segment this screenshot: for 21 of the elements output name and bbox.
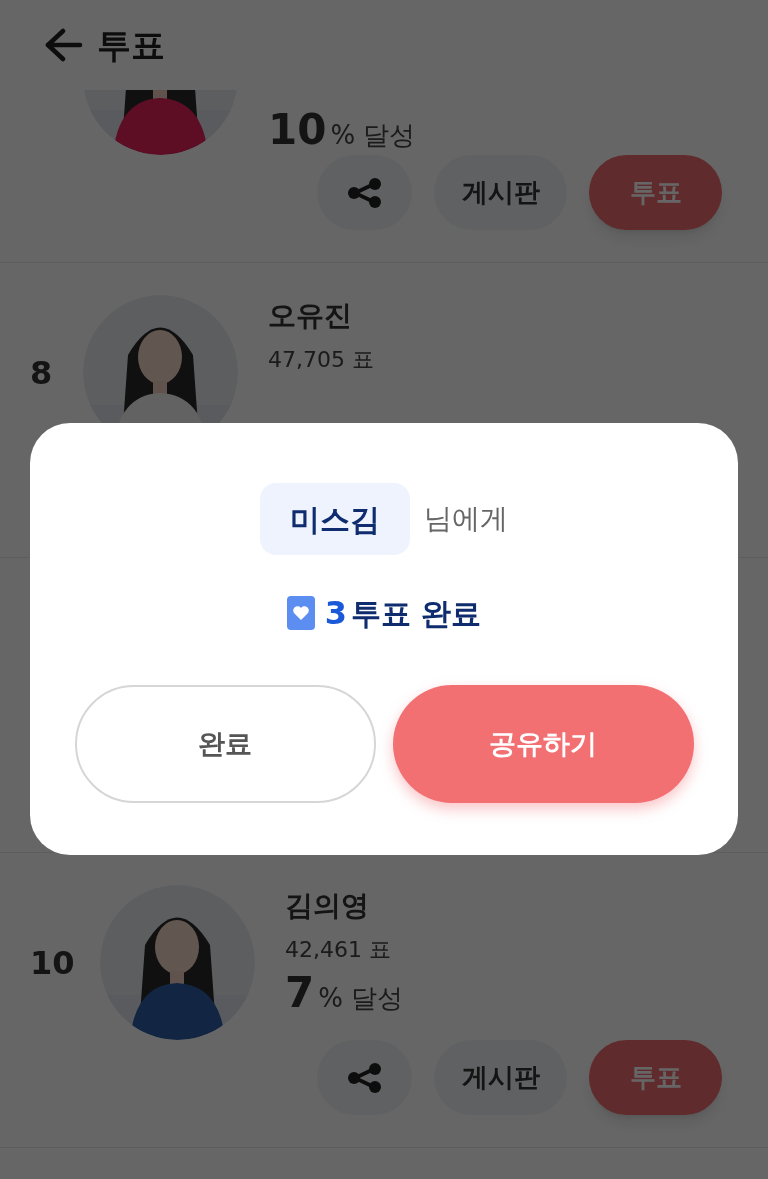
percent-value: 7 [285, 972, 315, 1014]
rank-number: 10 [30, 942, 75, 984]
vote-count-number: 3 [324, 593, 347, 634]
rank-number: 8 [30, 352, 53, 394]
recipient-suffix: 님에게 [424, 501, 508, 537]
vote-count: 47,705 표 [268, 346, 374, 374]
share-icon [346, 177, 383, 208]
board-button[interactable]: 게시판 [434, 1040, 567, 1115]
percent-label: % 달성 [330, 119, 416, 152]
candidate-name: 오유진 [268, 298, 353, 334]
share-button[interactable]: 공유하기 [392, 685, 694, 803]
candidate-name: 김의영 [285, 888, 370, 924]
vote-complete-text: 투표 완료 [350, 595, 482, 633]
page-title: 투표 [97, 23, 165, 67]
share-icon [346, 1062, 383, 1093]
vote-count: 42,461 표 [285, 936, 392, 964]
percent-value: 10 [268, 109, 327, 151]
recipient-chip: 미스김 [260, 483, 410, 555]
board-button[interactable]: 게시판 [434, 155, 567, 230]
done-button[interactable]: 완료 [74, 685, 376, 803]
percent-label: % 달성 [318, 982, 404, 1015]
